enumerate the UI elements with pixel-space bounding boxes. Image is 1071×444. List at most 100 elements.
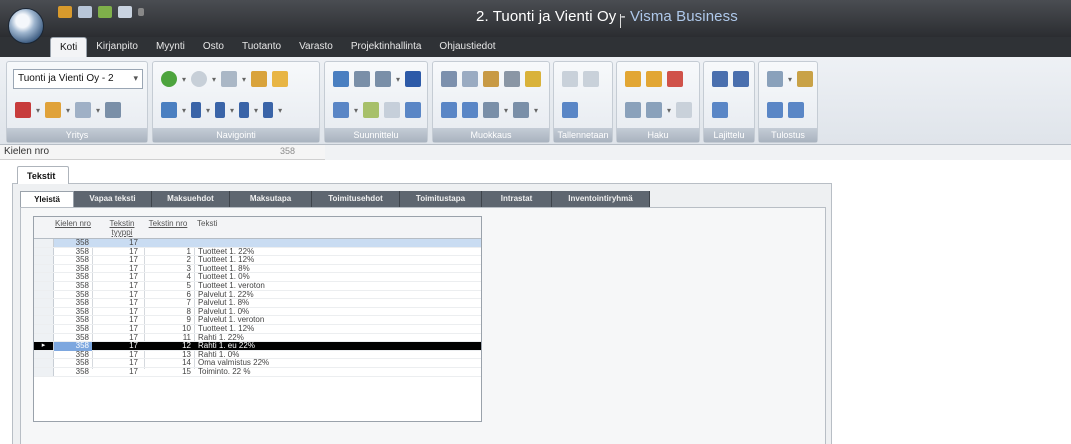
- table-row[interactable]: 358 17 2 Tuotteet 1. 12%: [34, 256, 481, 265]
- column-header-tekstin-tyyppi[interactable]: Tekstin tyyppi: [100, 217, 144, 237]
- settings-icon[interactable]: [105, 102, 122, 118]
- print-preview-icon[interactable]: [797, 71, 814, 87]
- copy-icon[interactable]: [462, 71, 478, 87]
- table-row[interactable]: 358 17 10 Tuotteet 1. 12%: [34, 324, 481, 334]
- append-row-icon[interactable]: [462, 102, 478, 118]
- row-selector[interactable]: [34, 256, 54, 264]
- fill-icon[interactable]: [483, 102, 499, 118]
- delete-icon[interactable]: [504, 71, 520, 87]
- grid-icon[interactable]: [363, 102, 380, 118]
- last-record-icon[interactable]: [263, 102, 274, 118]
- save-all-icon[interactable]: [583, 71, 599, 87]
- search-next-icon[interactable]: [646, 71, 662, 87]
- field-value[interactable]: 358: [250, 146, 325, 159]
- current-row-marker[interactable]: ▸: [34, 342, 54, 350]
- chevron-down-icon[interactable]: ▾: [66, 106, 70, 115]
- chevron-down-icon[interactable]: ▾: [182, 106, 186, 115]
- first-record-icon[interactable]: [191, 102, 202, 118]
- cell-tekstin-nro[interactable]: 15: [144, 367, 194, 377]
- user-icon[interactable]: [45, 102, 62, 118]
- report-icon[interactable]: [767, 102, 783, 118]
- export-icon[interactable]: [788, 102, 804, 118]
- row-selector[interactable]: [34, 325, 54, 333]
- row-selector[interactable]: [34, 247, 54, 256]
- chevron-down-icon[interactable]: ▾: [230, 106, 234, 115]
- row-selector[interactable]: [34, 333, 54, 342]
- table-icon[interactable]: [161, 102, 177, 118]
- chevron-down-icon[interactable]: ▾: [182, 75, 186, 84]
- undo-edit-icon[interactable]: [525, 71, 541, 87]
- chevron-down-icon[interactable]: ▾: [504, 106, 508, 115]
- paste-icon[interactable]: [483, 71, 499, 87]
- next-record-icon[interactable]: [239, 102, 250, 118]
- chevron-down-icon[interactable]: ▾: [206, 106, 210, 115]
- texts-grid[interactable]: Kielen nro Tekstin tyyppi Tekstin nro Te…: [33, 216, 482, 422]
- column-icon[interactable]: [333, 102, 349, 118]
- find-icon[interactable]: [625, 102, 641, 118]
- table-row[interactable]: 358 17 15 Toiminto. 22 %: [34, 367, 481, 377]
- search-icon[interactable]: [646, 102, 662, 118]
- tab-maksuehdot[interactable]: Maksuehdot: [152, 191, 230, 207]
- filter-clear-icon[interactable]: [375, 71, 391, 87]
- layout-icon[interactable]: [333, 71, 349, 87]
- row-selector[interactable]: [34, 307, 54, 316]
- column-header-teksti[interactable]: Teksti: [194, 217, 254, 228]
- cut-icon[interactable]: [441, 71, 457, 87]
- row-selector[interactable]: [34, 282, 54, 290]
- row-selector[interactable]: [34, 239, 54, 247]
- save-record-icon[interactable]: [562, 71, 578, 87]
- tab-osto[interactable]: Osto: [194, 37, 233, 57]
- tab-kirjanpito[interactable]: Kirjanpito: [87, 37, 147, 57]
- edit-layout-icon[interactable]: [405, 102, 422, 118]
- new-row[interactable]: 358 17: [34, 238, 481, 248]
- open-folder-icon[interactable]: [58, 6, 72, 18]
- sort-ascending-icon[interactable]: [712, 71, 728, 87]
- table-row-current[interactable]: ▸ 358 17 12 Rahti 1. eu 22%: [34, 342, 481, 351]
- batch-icon[interactable]: [513, 102, 530, 118]
- chevron-down-icon[interactable]: ▾: [96, 106, 100, 115]
- chevron-down-icon[interactable]: ▾: [278, 106, 282, 115]
- print-icon[interactable]: [118, 6, 132, 18]
- chevron-down-icon[interactable]: ▾: [667, 106, 671, 115]
- tab-myynti[interactable]: Myynti: [147, 37, 194, 57]
- chevron-down-icon[interactable]: ▾: [212, 75, 216, 84]
- sort-descending-icon[interactable]: [733, 71, 749, 87]
- refresh-icon[interactable]: [161, 71, 177, 87]
- tab-tuotanto[interactable]: Tuotanto: [233, 37, 290, 57]
- document-icon[interactable]: [75, 102, 92, 118]
- company-icon[interactable]: [15, 102, 31, 118]
- chevron-down-icon[interactable]: ▾: [534, 106, 538, 115]
- chevron-down-icon[interactable]: ▾: [254, 106, 258, 115]
- row-selector[interactable]: [34, 359, 54, 367]
- reload-icon[interactable]: [562, 102, 578, 118]
- font-icon[interactable]: [405, 71, 422, 87]
- window-icon[interactable]: [221, 71, 238, 87]
- table-row[interactable]: 358 17 3 Tuotteet 1. 8%: [34, 264, 481, 274]
- cell-tekstin-tyyppi[interactable]: 17: [92, 367, 144, 377]
- table-row[interactable]: 358 17 9 Palvelut 1. veroton: [34, 316, 481, 325]
- tab-projektinhallinta[interactable]: Projektinhallinta: [342, 37, 431, 57]
- tab-maksutapa[interactable]: Maksutapa: [230, 191, 312, 207]
- save-icon[interactable]: [78, 6, 92, 18]
- table-row[interactable]: 358 17 7 Palvelut 1. 8%: [34, 299, 481, 308]
- chevron-down-icon[interactable]: ▾: [36, 106, 40, 115]
- table-row[interactable]: 358 17 1 Tuotteet 1. 22%: [34, 247, 481, 257]
- table-row[interactable]: 358 17 5 Tuotteet 1. veroton: [34, 281, 481, 291]
- folder-icon[interactable]: [272, 71, 289, 87]
- row-selector[interactable]: [34, 264, 54, 273]
- chevron-down-icon[interactable]: ▾: [788, 75, 792, 84]
- filter-icon[interactable]: [354, 71, 370, 87]
- table-row[interactable]: 358 17 14 Oma valmistus 22%: [34, 359, 481, 368]
- sort-options-icon[interactable]: [712, 102, 728, 118]
- tab-inventointiryhma[interactable]: Inventointiryhmä: [552, 191, 650, 207]
- tab-ohjaustiedot[interactable]: Ohjaustiedot: [430, 37, 504, 57]
- company-combo[interactable]: Tuonti ja Vienti Oy - 2 ▾: [13, 69, 143, 89]
- row-selector[interactable]: [34, 350, 54, 359]
- binoculars-icon[interactable]: [625, 71, 641, 87]
- cell-kielen-nro[interactable]: 358: [54, 367, 92, 377]
- tab-intrastat[interactable]: Intrastat: [482, 191, 552, 207]
- row-selector[interactable]: [34, 273, 54, 281]
- tab-toimitustapa[interactable]: Toimitustapa: [400, 191, 482, 207]
- tab-koti[interactable]: Koti: [50, 37, 88, 57]
- previous-record-icon[interactable]: [215, 102, 226, 118]
